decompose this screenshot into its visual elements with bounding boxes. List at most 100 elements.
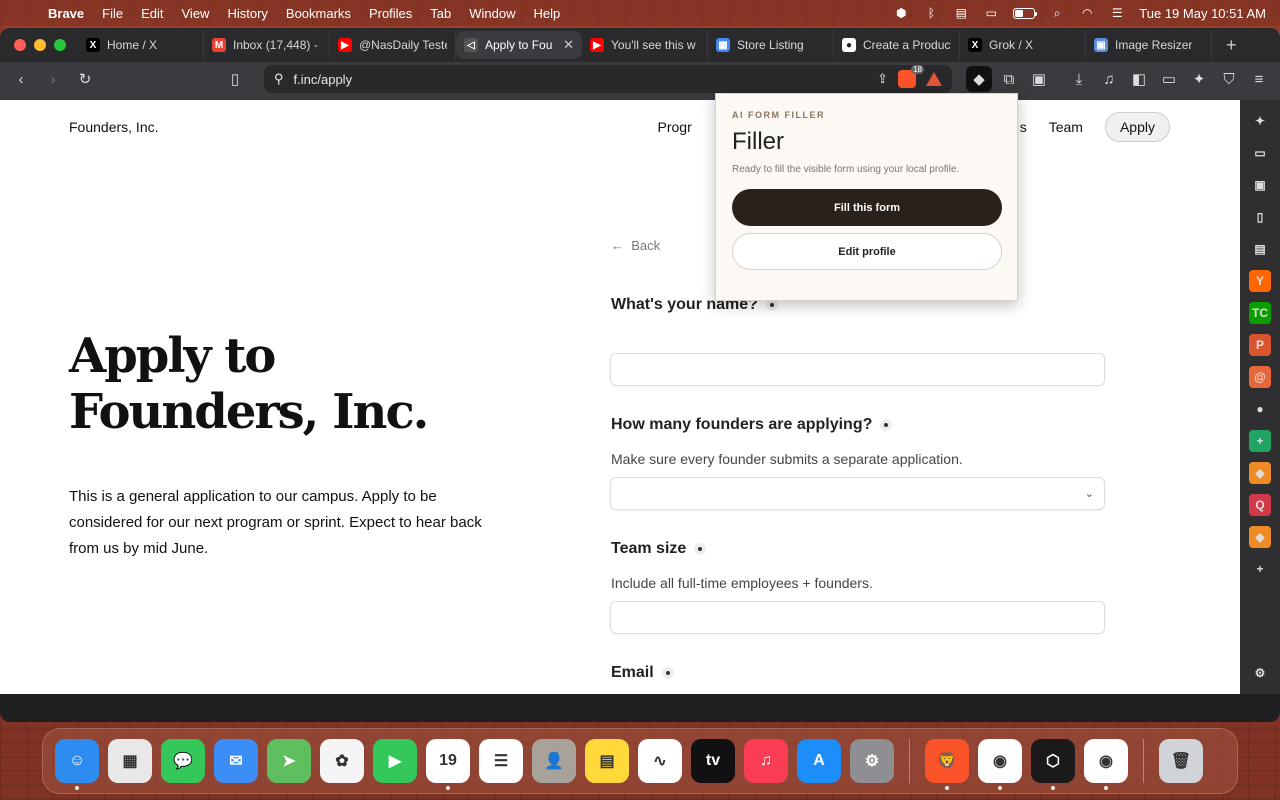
vpn-icon[interactable]: ⛉	[1216, 66, 1242, 92]
menu-edit[interactable]: Edit	[132, 6, 172, 21]
dock-messages-icon[interactable]: 💬	[161, 739, 205, 783]
document-status-icon[interactable]: ▤	[953, 6, 969, 20]
box-icon-2[interactable]: ◆	[1249, 526, 1271, 548]
url-text[interactable]: f.inc/apply	[294, 72, 868, 87]
tab-7[interactable]: X Grok / X	[960, 31, 1086, 59]
dock-system-settings-icon[interactable]: ⚙	[850, 739, 894, 783]
close-window-button[interactable]	[14, 39, 26, 51]
tab-5[interactable]: ▦ Store Listing	[708, 31, 834, 59]
menu-icon[interactable]: ≡	[1246, 66, 1272, 92]
info-dot-icon[interactable]	[880, 419, 893, 431]
bookmarks-icon[interactable]: ▯	[1249, 206, 1271, 228]
sheets-icon[interactable]: +	[1249, 430, 1271, 452]
product-hunt-icon[interactable]: P	[1249, 334, 1271, 356]
dock-freeform-icon[interactable]: ∿	[638, 739, 682, 783]
dock-maps-icon[interactable]: ➤	[267, 739, 311, 783]
sidebar-toggle-icon[interactable]: ◧	[1126, 66, 1152, 92]
search-red-icon[interactable]: Q	[1249, 494, 1271, 516]
leo-ai-icon[interactable]: ✦	[1249, 110, 1271, 132]
dock-trash-icon[interactable]: 🗑	[1159, 739, 1203, 783]
extensions-icon[interactable]: ⧉	[996, 66, 1022, 92]
sidebar-settings-icon[interactable]: ⚙	[1249, 662, 1271, 684]
team-size-input[interactable]	[610, 601, 1105, 634]
back-arrow-icon[interactable]: ‹	[8, 66, 34, 92]
info-dot-icon[interactable]	[694, 543, 707, 555]
back-link[interactable]: ← Back	[611, 238, 660, 253]
wallet-icon[interactable]: ▣	[1249, 174, 1271, 196]
hacker-news-icon[interactable]: Y	[1249, 270, 1271, 292]
info-dot-icon[interactable]	[661, 667, 674, 679]
cube-status-icon[interactable]: ⬢	[893, 6, 909, 20]
tab-4[interactable]: ▶ You'll see this w	[582, 31, 708, 59]
dock-cursor-icon[interactable]: ⬡	[1031, 739, 1075, 790]
search-power-icon[interactable]: @	[1249, 366, 1271, 388]
menu-view[interactable]: View	[173, 6, 219, 21]
battery-icon[interactable]	[1013, 7, 1038, 19]
display-status-icon[interactable]: ▭	[983, 6, 999, 20]
search-icon[interactable]: ⌕	[1049, 6, 1065, 20]
share-icon[interactable]: ⇪	[877, 71, 888, 87]
apply-button[interactable]: Apply	[1104, 112, 1170, 142]
wifi-icon[interactable]: ◠	[1079, 6, 1095, 20]
bookmark-page-icon[interactable]: ▯	[222, 66, 248, 92]
form-filler-extension-icon[interactable]: ◆	[966, 66, 992, 92]
dock-calendar-icon[interactable]: 19	[426, 739, 470, 790]
tab-3[interactable]: ◁ Apply to Fou ✕	[456, 31, 582, 59]
media-icon[interactable]: ♫	[1096, 66, 1122, 92]
dock-mail-icon[interactable]: ✉	[214, 739, 258, 783]
brave-rewards-icon[interactable]	[926, 72, 942, 86]
dock-chrome-dev-icon[interactable]: ◉	[1084, 739, 1128, 790]
site-settings-icon[interactable]: ⚲	[274, 71, 284, 87]
menu-profiles[interactable]: Profiles	[360, 6, 421, 21]
add-icon[interactable]: +	[1249, 558, 1271, 580]
site-logo[interactable]: Founders, Inc.	[69, 119, 159, 135]
media-icon[interactable]: ▭	[1249, 142, 1271, 164]
nav-team[interactable]: Team	[1049, 119, 1083, 135]
dock-notes-icon[interactable]: ▤	[585, 739, 629, 783]
edit-profile-button[interactable]: Edit profile	[732, 233, 1002, 270]
github-icon[interactable]: ●	[1249, 398, 1271, 420]
zoom-window-button[interactable]	[54, 39, 66, 51]
founders-select[interactable]: ⌄	[610, 477, 1105, 510]
dock-facetime-icon[interactable]: ▶	[373, 739, 417, 783]
dock-chrome-icon[interactable]: ◉	[978, 739, 1022, 790]
menu-history[interactable]: History	[218, 6, 276, 21]
menubar-clock[interactable]: Tue 19 May 10:51 AM	[1139, 6, 1266, 21]
dock-apple-tv-icon[interactable]: tv	[691, 739, 735, 783]
tab-0[interactable]: X Home / X	[78, 31, 204, 59]
dock-app-store-icon[interactable]: A	[797, 739, 841, 783]
tab-8[interactable]: ▣ Image Resizer	[1086, 31, 1212, 59]
control-center-icon[interactable]: ☰	[1109, 6, 1125, 20]
dock-reminders-icon[interactable]: ☰	[479, 739, 523, 783]
forward-arrow-icon[interactable]: ›	[40, 66, 66, 92]
download-icon[interactable]: ⤓	[1066, 66, 1092, 92]
dock-launchpad-icon[interactable]: ▦	[108, 739, 152, 783]
nav-partial-link[interactable]: s	[1020, 119, 1027, 135]
dock-brave-icon[interactable]: 🦁	[925, 739, 969, 790]
tab-6[interactable]: ● Create a Product	[834, 31, 960, 59]
menu-tab[interactable]: Tab	[421, 6, 460, 21]
wallet-icon[interactable]: ▭	[1156, 66, 1182, 92]
minimize-window-button[interactable]	[34, 39, 46, 51]
menu-window[interactable]: Window	[460, 6, 524, 21]
name-input[interactable]	[610, 353, 1105, 386]
dock-finder-icon[interactable]: ☺	[55, 739, 99, 790]
nav-programs[interactable]: Progr	[658, 119, 692, 135]
brave-shields-icon[interactable]: 18	[898, 65, 924, 88]
leo-ai-icon[interactable]: ✦	[1186, 66, 1212, 92]
new-tab-button[interactable]: +	[1226, 35, 1237, 56]
box-icon[interactable]: ◆	[1249, 462, 1271, 484]
address-bar[interactable]: ⚲ f.inc/apply ⇪ 18	[264, 65, 952, 93]
app-menu[interactable]: Brave	[36, 6, 93, 21]
techcrunch-icon[interactable]: TC	[1249, 302, 1271, 324]
close-tab-icon[interactable]: ✕	[563, 37, 574, 53]
dock-photos-icon[interactable]: ✿	[320, 739, 364, 783]
reading-list-icon[interactable]: ▤	[1249, 238, 1271, 260]
menu-help[interactable]: Help	[525, 6, 570, 21]
tab-1[interactable]: M Inbox (17,448) -	[204, 31, 330, 59]
dock-contacts-icon[interactable]: 👤	[532, 739, 576, 783]
fill-form-button[interactable]: Fill this form	[732, 189, 1002, 226]
bluetooth-icon[interactable]: ᛒ	[923, 6, 939, 20]
menu-file[interactable]: File	[93, 6, 132, 21]
screenshot-icon[interactable]: ▣	[1026, 66, 1052, 92]
